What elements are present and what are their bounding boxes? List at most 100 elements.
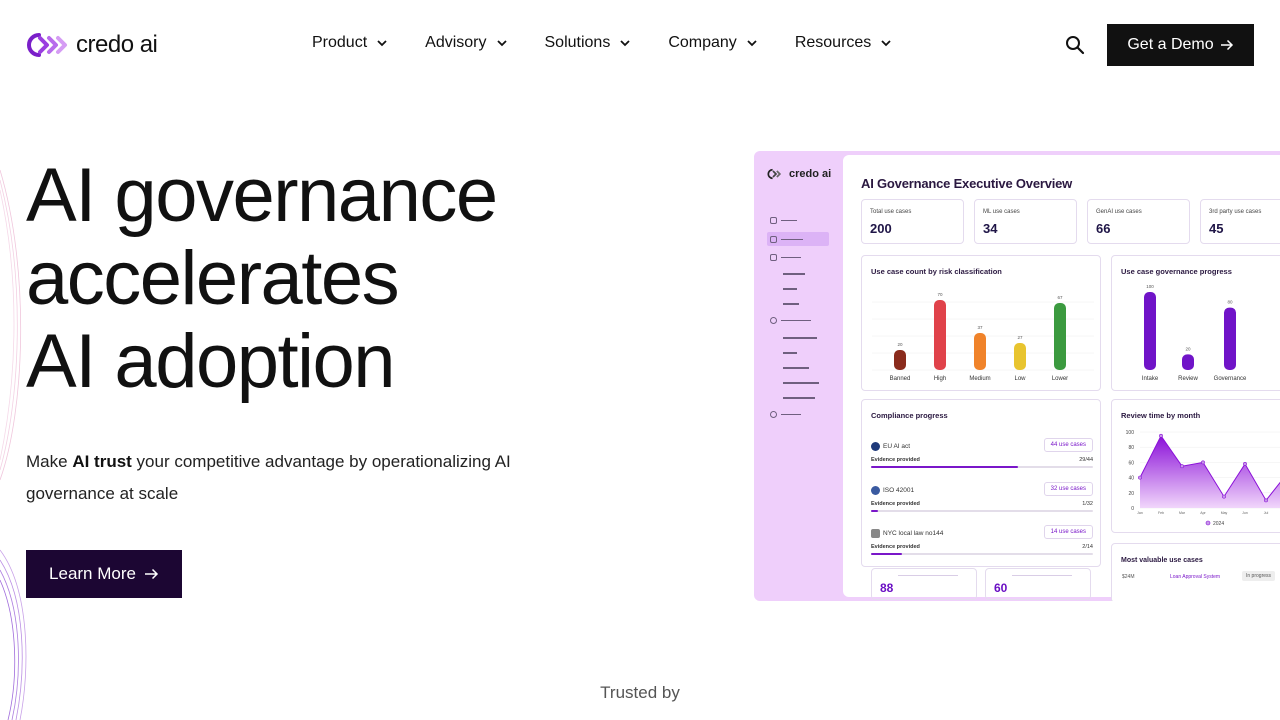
brand-logo[interactable]: credo ai <box>26 30 158 60</box>
nav-item-company[interactable]: Company <box>668 34 757 52</box>
compliance-progress-card: Compliance progress EU AI act 44 use cas… <box>861 399 1101 567</box>
kpi-card-total[interactable]: Total use cases 200 <box>861 199 964 244</box>
bar-value-label: 27 <box>1017 335 1023 340</box>
search-button[interactable] <box>1064 34 1086 56</box>
usecase-name[interactable]: Loan Approval System <box>1170 574 1220 580</box>
y-tick-label: 60 <box>1128 460 1134 466</box>
kpi-value: 45 <box>1209 221 1224 236</box>
compliance-row-eu[interactable]: EU AI act 44 use cases Evidence provided… <box>871 438 1093 476</box>
nav-item-advisory[interactable]: Advisory <box>425 34 507 52</box>
progress-bar <box>871 553 1093 555</box>
progress-fill <box>871 510 878 512</box>
category-label: Review <box>1178 376 1198 382</box>
sidebar-subitem[interactable] <box>783 367 809 369</box>
review-chart-svg: 100806040200JanFebMarAprMayJunJulAugSep2… <box>1126 430 1280 527</box>
sidebar-item-users[interactable] <box>770 411 801 418</box>
x-tick-label: Jan <box>1137 511 1143 515</box>
nav-item-product[interactable]: Product <box>312 34 387 52</box>
summary-line <box>898 575 958 576</box>
card-title: Most valuable use cases <box>1121 557 1203 564</box>
kpi-card-ml[interactable]: ML use cases 34 <box>974 199 1077 244</box>
compliance-name: ISO 42001 <box>871 486 914 495</box>
top-navigation: credo ai Product Advisory Solutions Comp… <box>0 0 1280 90</box>
kpi-card-genai[interactable]: GenAI use cases 66 <box>1087 199 1190 244</box>
dashboard-preview: credo ai AI Governance Executive Overvie… <box>754 151 1280 601</box>
legend-marker <box>1205 520 1211 526</box>
sidebar-subitem[interactable] <box>783 397 815 399</box>
kpi-label: GenAI use cases <box>1096 209 1142 215</box>
y-tick-label: 20 <box>1128 491 1134 497</box>
compliance-row-nyc[interactable]: NYC local law no144 14 use cases Evidenc… <box>871 525 1093 563</box>
y-tick-label: 40 <box>1128 476 1134 482</box>
data-point <box>1138 475 1142 480</box>
summary-card-2[interactable]: 60 <box>985 568 1091 600</box>
evidence-label: Evidence provided <box>871 501 920 507</box>
compliance-tag[interactable]: 14 use cases <box>1043 525 1093 539</box>
evidence-label: Evidence provided <box>871 457 920 463</box>
compliance-label: ISO 42001 <box>883 487 915 494</box>
summary-value: 60 <box>994 581 1008 595</box>
y-tick-label: 100 <box>1126 430 1135 436</box>
sidebar-item-home[interactable] <box>770 217 797 224</box>
sidebar-subitem[interactable] <box>783 273 805 275</box>
learn-more-label: Learn More <box>49 564 136 583</box>
compliance-row-iso[interactable]: ISO 42001 32 use cases Evidence provided… <box>871 482 1093 520</box>
usecase-status-badge: In progress <box>1242 571 1276 581</box>
credo-logo-icon <box>27 33 67 57</box>
progress-fill <box>871 466 1018 468</box>
kpi-label: ML use cases <box>983 209 1020 215</box>
users-icon <box>770 411 777 418</box>
summary-card-1[interactable]: 88 <box>871 568 977 600</box>
progress-bar <box>871 510 1093 512</box>
sidebar-subitem[interactable] <box>783 303 799 305</box>
progress-bar <box>871 466 1093 468</box>
learn-more-button[interactable]: Learn More <box>26 550 182 598</box>
usecase-value: $24M <box>1122 574 1135 580</box>
credo-logo-icon <box>767 168 782 180</box>
evidence-label: Evidence provided <box>871 544 920 550</box>
bar-value-label: 80 <box>1227 300 1233 305</box>
sidebar-subitem[interactable] <box>783 337 817 339</box>
kpi-card-thirdparty[interactable]: 3rd party use cases 45 <box>1200 199 1280 244</box>
arrow-right-icon <box>144 568 159 580</box>
governance-progress-chart: Use case governance progress 100 Intake 20… <box>1111 255 1280 391</box>
data-point <box>1243 462 1247 466</box>
sidebar-subitem[interactable] <box>783 352 797 354</box>
bar <box>1054 303 1066 370</box>
bar-value-label: 67 <box>1057 295 1063 300</box>
progress-fill <box>871 553 903 555</box>
kpi-value: 66 <box>1096 221 1111 236</box>
dashboard-sidebar: credo ai <box>754 151 842 601</box>
y-tick-label: 80 <box>1128 445 1134 451</box>
database-icon <box>770 254 777 261</box>
progress-chart-svg: 100 Intake 20 Review 80 Governance <box>1142 284 1247 382</box>
sidebar-item-dashboard[interactable] <box>770 236 803 243</box>
sidebar-item-usecases[interactable] <box>770 254 801 261</box>
compliance-tag[interactable]: 32 use cases <box>1043 482 1093 496</box>
data-point <box>1159 433 1163 438</box>
bar <box>1144 292 1156 370</box>
chevron-down-icon <box>881 40 891 47</box>
most-valuable-card: Most valuable use cases $24M Loan Approv… <box>1111 543 1280 601</box>
kpi-label: 3rd party use cases <box>1209 209 1262 215</box>
nav-item-label: Company <box>668 34 737 51</box>
nav-item-resources[interactable]: Resources <box>795 34 891 52</box>
nav-item-label: Product <box>312 34 368 51</box>
x-tick-label: Jul <box>1264 511 1269 515</box>
chevron-down-icon <box>377 40 387 47</box>
nav-item-solutions[interactable]: Solutions <box>545 34 631 52</box>
bar <box>1014 343 1026 370</box>
search-icon <box>1066 36 1085 55</box>
get-demo-button[interactable]: Get a Demo <box>1107 24 1254 66</box>
x-tick-label: Apr <box>1200 511 1206 515</box>
card-title: Compliance progress <box>871 411 948 420</box>
category-label: Low <box>1014 376 1026 382</box>
sidebar-item-governance[interactable] <box>770 317 811 324</box>
sidebar-subitem[interactable] <box>783 288 797 290</box>
sidebar-subitem[interactable] <box>783 382 819 384</box>
compliance-tag[interactable]: 44 use cases <box>1043 438 1093 452</box>
x-tick-label: Feb <box>1158 511 1164 515</box>
nav-item-label: Advisory <box>425 34 487 51</box>
bar-value-label: 20 <box>897 342 903 347</box>
evidence-count: 2/14 <box>1082 544 1093 550</box>
